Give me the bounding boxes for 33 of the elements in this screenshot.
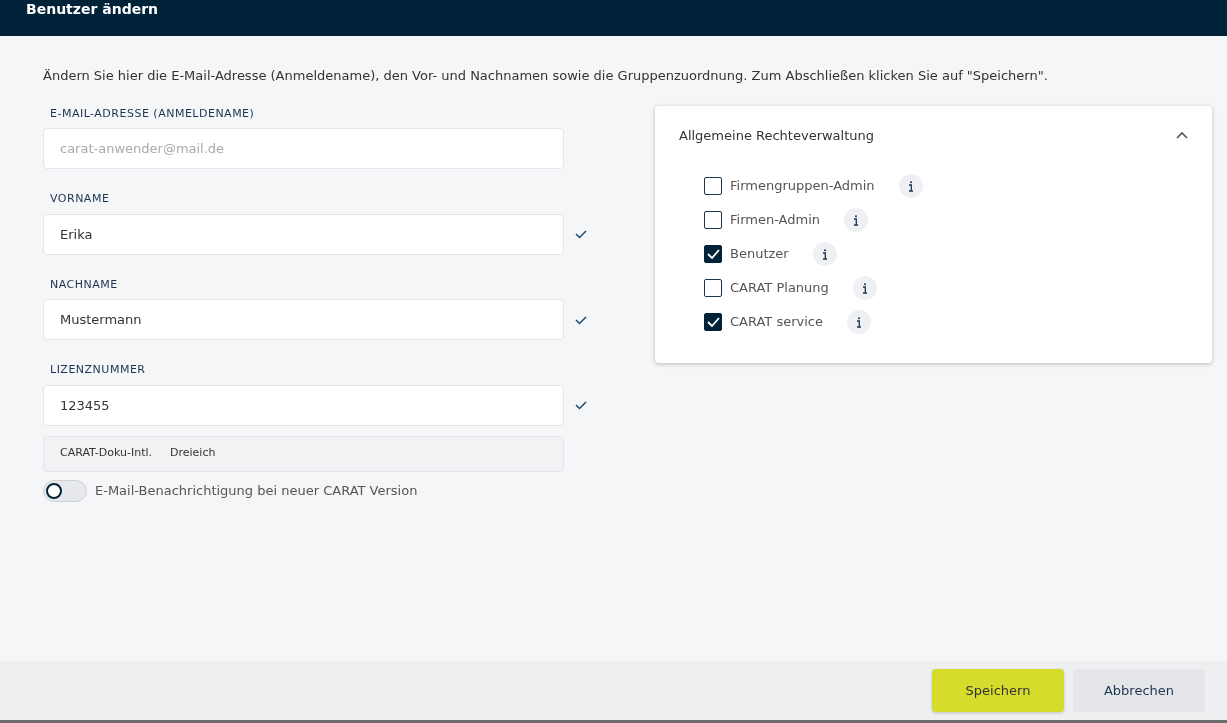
checkbox[interactable] <box>704 279 722 297</box>
checkbox[interactable] <box>704 177 722 195</box>
info-icon[interactable] <box>847 310 871 334</box>
company-name: CARAT-Doku-Intl. <box>60 445 152 462</box>
toggle-switch[interactable] <box>43 479 87 502</box>
checkbox[interactable] <box>704 245 722 263</box>
toggle-label: E-Mail-Benachrichtigung bei neuer CARAT Version <box>95 481 418 500</box>
intro-text: Ändern Sie hier die E-Mail-Adresse (Anmeldename), den Vor- und Nachnamen sowie die Gruppenzuordnung. Zum Abschließen klicken Sie auf "Speichern". <box>43 67 1049 85</box>
checkbox[interactable] <box>704 211 722 229</box>
cancel-button[interactable]: Abbrechen <box>1073 669 1205 712</box>
info-icon[interactable] <box>812 242 837 266</box>
checkbox-label: Benutzer <box>730 245 789 264</box>
input-field[interactable]: 123455 <box>43 384 564 426</box>
input-field[interactable]: Mustermann <box>43 299 564 340</box>
info-icon[interactable] <box>852 276 877 300</box>
checkbox-label: Firmengruppen-Admin <box>730 177 875 196</box>
input-field[interactable]: Erika <box>43 213 564 255</box>
info-icon[interactable] <box>844 208 868 232</box>
panel-title: Allgemeine Rechteverwaltung <box>679 126 874 145</box>
field-label: VORNAME <box>49 191 111 207</box>
checkbox-label: Firmen-Admin <box>730 211 820 230</box>
window-title: Benutzer ändern <box>26 0 158 18</box>
chevron-icon[interactable] <box>1176 131 1188 140</box>
field-label: NACHNAME <box>49 276 119 293</box>
checkbox[interactable] <box>704 313 722 331</box>
info-icon[interactable] <box>898 174 923 198</box>
checkbox-label: CARAT service <box>730 313 823 332</box>
checkbox-label: CARAT Planung <box>730 279 829 298</box>
input-field[interactable]: carat-anwender@mail.de <box>43 128 564 169</box>
save-button[interactable]: Speichern <box>932 669 1064 712</box>
field-label: E-MAIL-ADRESSE (ANMELDENAME) <box>49 105 256 122</box>
field-label: LIZENZNUMMER <box>49 362 147 378</box>
company-city: Dreieich <box>170 445 216 462</box>
